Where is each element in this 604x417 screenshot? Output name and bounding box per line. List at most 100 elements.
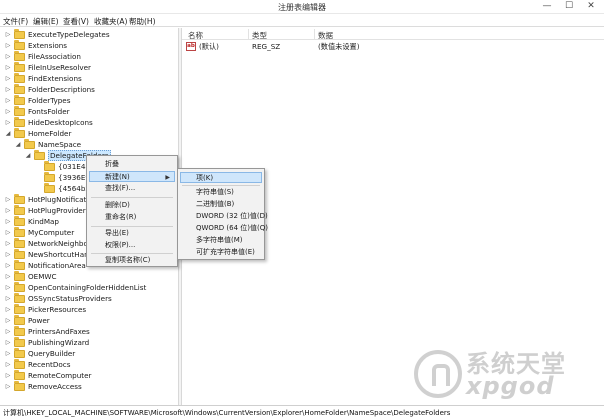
folder-icon [24, 139, 35, 149]
collapsed-icon[interactable]: ▷ [4, 293, 12, 304]
collapsed-icon[interactable]: ▷ [4, 117, 12, 128]
watermark-mark [414, 350, 462, 398]
menu-separator [91, 197, 173, 198]
status-bar: 计算机\HKEY_LOCAL_MACHINE\SOFTWARE\Microsof… [0, 405, 604, 417]
collapsed-icon[interactable]: ▷ [4, 337, 12, 348]
submenu-arrow-icon: ▶ [165, 174, 170, 181]
value-row[interactable]: ab (默认) REG_SZ (数值未设置) [182, 41, 604, 52]
collapsed-icon[interactable]: ▷ [4, 381, 12, 392]
submenu-item-key[interactable]: 项(K) [180, 172, 262, 183]
expanded-icon[interactable]: ◢ [14, 139, 22, 150]
tree-item-label: Extensions [28, 41, 68, 50]
collapsed-icon[interactable]: ▷ [4, 370, 12, 381]
collapsed-icon[interactable]: ▷ [4, 326, 12, 337]
menu-item-find[interactable]: 查找(F)... [89, 183, 175, 194]
submenu-item-qword-value[interactable]: QWORD (64 位)值(Q) [180, 223, 268, 234]
submenu-item-multi-string-value[interactable]: 多字符串值(M) [180, 235, 262, 246]
folder-icon [14, 51, 25, 61]
menu-item-export[interactable]: 导出(E) [89, 228, 175, 239]
tree-item-label: PrintersAndFaxes [28, 327, 90, 336]
menu-item-collapse[interactable]: 折叠 [89, 159, 175, 170]
collapsed-icon[interactable]: ▷ [4, 227, 12, 238]
tree-item-label: OSSyncStatusProviders [28, 294, 112, 303]
tree-item-label: HotPlugNotificatio [28, 195, 93, 204]
folder-icon [14, 216, 25, 226]
folder-icon [14, 194, 25, 204]
collapsed-icon[interactable]: ▷ [4, 348, 12, 359]
column-divider[interactable] [314, 29, 315, 39]
menu-help[interactable]: 帮助(H) [129, 16, 156, 27]
menu-item-rename[interactable]: 重命名(R) [89, 212, 175, 223]
column-name[interactable]: 名称 [188, 30, 203, 41]
submenu-item-expandable-string-value[interactable]: 可扩充字符串值(E) [180, 247, 262, 258]
menu-favorites[interactable]: 收藏夹(A) [94, 16, 127, 27]
window-title: 注册表编辑器 [278, 3, 326, 12]
collapsed-icon[interactable]: ▷ [4, 95, 12, 106]
tree-item-label: PublishingWizard [28, 338, 90, 347]
value-data: (数值未设置) [318, 42, 360, 51]
collapsed-icon[interactable]: ▷ [4, 205, 12, 216]
menu-item-permissions[interactable]: 权限(P)... [89, 240, 175, 251]
tree-item-label: Power [28, 316, 50, 325]
collapsed-icon[interactable]: ▷ [4, 304, 12, 315]
string-value-icon: ab [186, 42, 196, 51]
folder-icon [14, 359, 25, 369]
folder-icon [14, 326, 25, 336]
tree-item-label: NameSpace [38, 140, 82, 149]
submenu-item-binary-value[interactable]: 二进制值(B) [180, 199, 262, 210]
folder-icon [14, 62, 25, 72]
column-divider[interactable] [248, 29, 249, 39]
column-data[interactable]: 数据 [318, 30, 333, 41]
tree-item-label: HomeFolder [28, 129, 72, 138]
minimize-button[interactable]: — [536, 0, 558, 13]
tree-item-label: RemoveAccess [28, 382, 82, 391]
folder-icon [14, 29, 25, 39]
folder-icon [14, 249, 25, 259]
maximize-button[interactable]: ☐ [558, 0, 580, 13]
tree-item-label: FontsFolder [28, 107, 70, 116]
collapsed-icon[interactable]: ▷ [4, 40, 12, 51]
menu-edit[interactable]: 编辑(E) [33, 16, 59, 27]
collapsed-icon[interactable]: ▷ [4, 84, 12, 95]
collapsed-icon[interactable]: ▷ [4, 29, 12, 40]
close-button[interactable]: ✕ [580, 0, 602, 13]
collapsed-icon[interactable]: ▷ [4, 73, 12, 84]
folder-icon [14, 227, 25, 237]
collapsed-icon[interactable]: ▷ [4, 249, 12, 260]
context-menu: 折叠 新建(N) ▶ 查找(F)... 删除(D) 重命名(R) 导出(E) 权限… [86, 155, 178, 267]
menu-item-delete[interactable]: 删除(D) [89, 200, 175, 211]
collapsed-icon[interactable]: ▷ [4, 315, 12, 326]
collapsed-icon[interactable]: ▷ [4, 260, 12, 271]
folder-icon [44, 183, 55, 193]
tree-item-label: FileInUseResolver [28, 63, 91, 72]
collapsed-icon[interactable]: ▷ [4, 51, 12, 62]
menu-item-copy-key-name[interactable]: 复制项名称(C) [89, 255, 175, 266]
collapsed-icon[interactable]: ▷ [4, 194, 12, 205]
column-type[interactable]: 类型 [252, 30, 267, 41]
collapsed-icon[interactable]: ▷ [4, 216, 12, 227]
menu-file[interactable]: 文件(F) [3, 16, 28, 27]
collapsed-icon[interactable]: ▷ [4, 62, 12, 73]
title-bar: 注册表编辑器 — ☐ ✕ [0, 0, 604, 14]
folder-icon [14, 117, 25, 127]
collapsed-icon[interactable]: ▷ [4, 282, 12, 293]
menu-item-new[interactable]: 新建(N) ▶ [89, 171, 175, 182]
collapsed-icon[interactable]: ▷ [4, 106, 12, 117]
submenu-item-dword-value[interactable]: DWORD (32 位)值(D) [180, 211, 268, 222]
collapsed-icon[interactable]: ▷ [4, 271, 12, 282]
folder-icon [14, 370, 25, 380]
menu-item-new-label: 新建(N) [105, 173, 130, 181]
submenu-item-string-value[interactable]: 字符串值(S) [180, 187, 262, 198]
expanded-icon[interactable]: ◢ [4, 128, 12, 139]
folder-icon [14, 73, 25, 83]
expanded-icon[interactable]: ◢ [24, 150, 32, 161]
tree-item-label: ExecuteTypeDelegates [28, 30, 110, 39]
folder-icon [14, 304, 25, 314]
collapsed-icon[interactable]: ▷ [4, 359, 12, 370]
watermark-logo: 系统天堂 xpgod [408, 338, 604, 408]
collapsed-icon[interactable]: ▷ [4, 238, 12, 249]
tree-item-label: FindExtensions [28, 74, 82, 83]
tree-item-label: NetworkNeighbor [28, 239, 91, 248]
tree-item-label: MyComputer [28, 228, 75, 237]
menu-view[interactable]: 查看(V) [63, 16, 89, 27]
